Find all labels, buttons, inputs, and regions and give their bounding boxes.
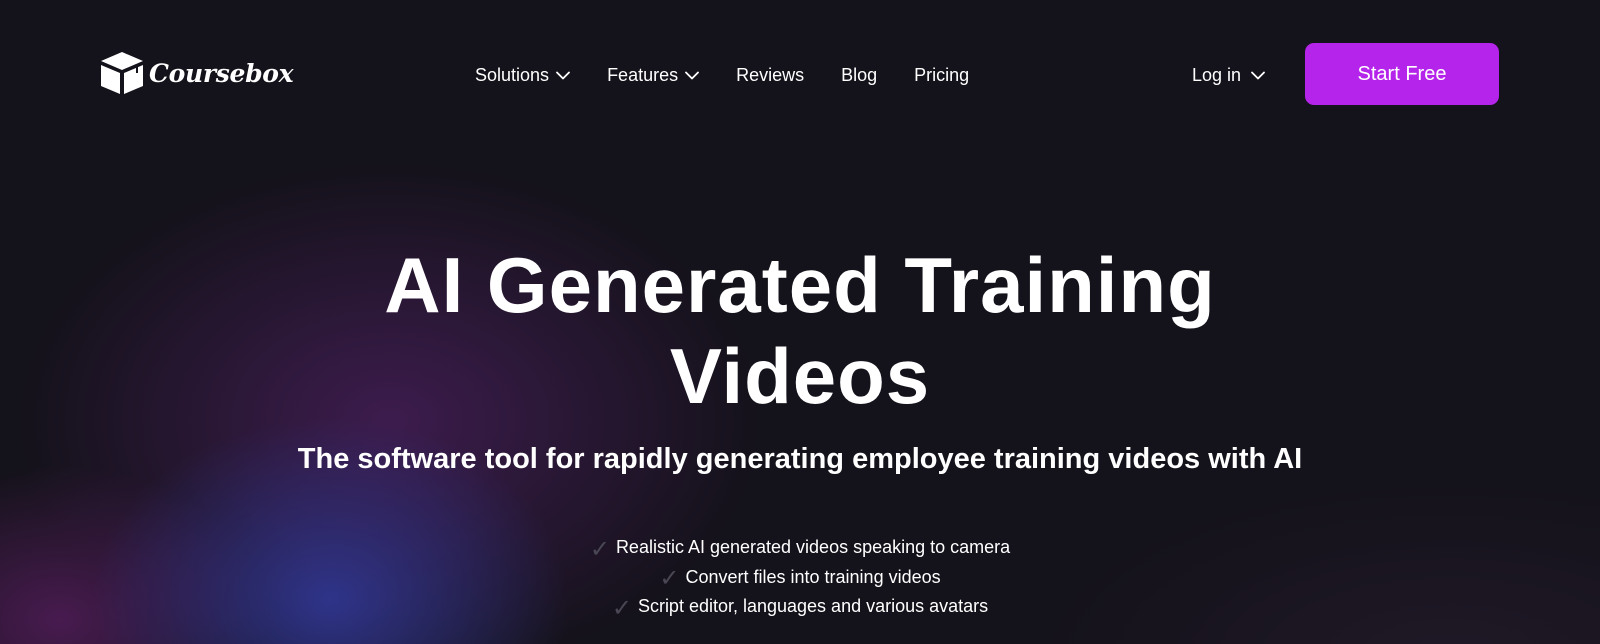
nav-item-label: Pricing — [914, 64, 970, 85]
feature-item: ✓ Script editor, languages and various a… — [0, 592, 1600, 622]
nav-item-reviews[interactable]: Reviews — [736, 65, 804, 86]
check-icon: ✓ — [589, 535, 610, 563]
feature-text: Script editor, languages and various ava… — [637, 596, 989, 617]
nav-item-pricing[interactable]: Pricing — [914, 65, 969, 86]
feature-list: ✓ Realistic AI generated videos speaking… — [0, 533, 1600, 622]
nav-item-label: Blog — [841, 64, 878, 85]
check-icon: ✓ — [611, 594, 632, 622]
hero-title-line: AI Generated Training — [384, 241, 1216, 329]
navbar: Coursebox Solutions Features Reviews Blo… — [0, 0, 1600, 150]
login-label: Log in — [1192, 64, 1242, 85]
nav-item-blog[interactable]: Blog — [841, 65, 877, 86]
chevron-down-icon — [1251, 71, 1265, 79]
main-nav: Solutions Features Reviews Blog Pricing — [475, 62, 969, 88]
brand-logo[interactable]: Coursebox — [99, 51, 294, 95]
feature-text: Convert files into training videos — [685, 566, 941, 587]
nav-item-label: Reviews — [736, 64, 805, 85]
box-icon — [101, 52, 143, 94]
nav-item-solutions[interactable]: Solutions — [475, 65, 570, 86]
feature-text: Realistic AI generated videos speaking t… — [615, 537, 1011, 558]
check-icon: ✓ — [659, 565, 680, 593]
hero-subtitle: The software tool for rapidly generating… — [297, 443, 1303, 475]
start-free-button[interactable]: Start Free — [1305, 43, 1499, 105]
chevron-down-icon — [556, 71, 570, 79]
brand-name: Coursebox — [149, 58, 294, 88]
feature-item: ✓ Convert files into training videos — [0, 563, 1600, 593]
feature-item: ✓ Realistic AI generated videos speaking… — [0, 533, 1600, 563]
hero-title: AI Generated Training Videos — [0, 240, 1600, 422]
nav-item-label: Solutions — [475, 64, 550, 85]
login-menu[interactable]: Log in — [1192, 62, 1265, 88]
chevron-down-icon — [685, 71, 700, 79]
nav-item-label: Features — [607, 64, 679, 85]
nav-item-features[interactable]: Features — [607, 64, 700, 86]
hero-title-line: Videos — [669, 332, 931, 420]
